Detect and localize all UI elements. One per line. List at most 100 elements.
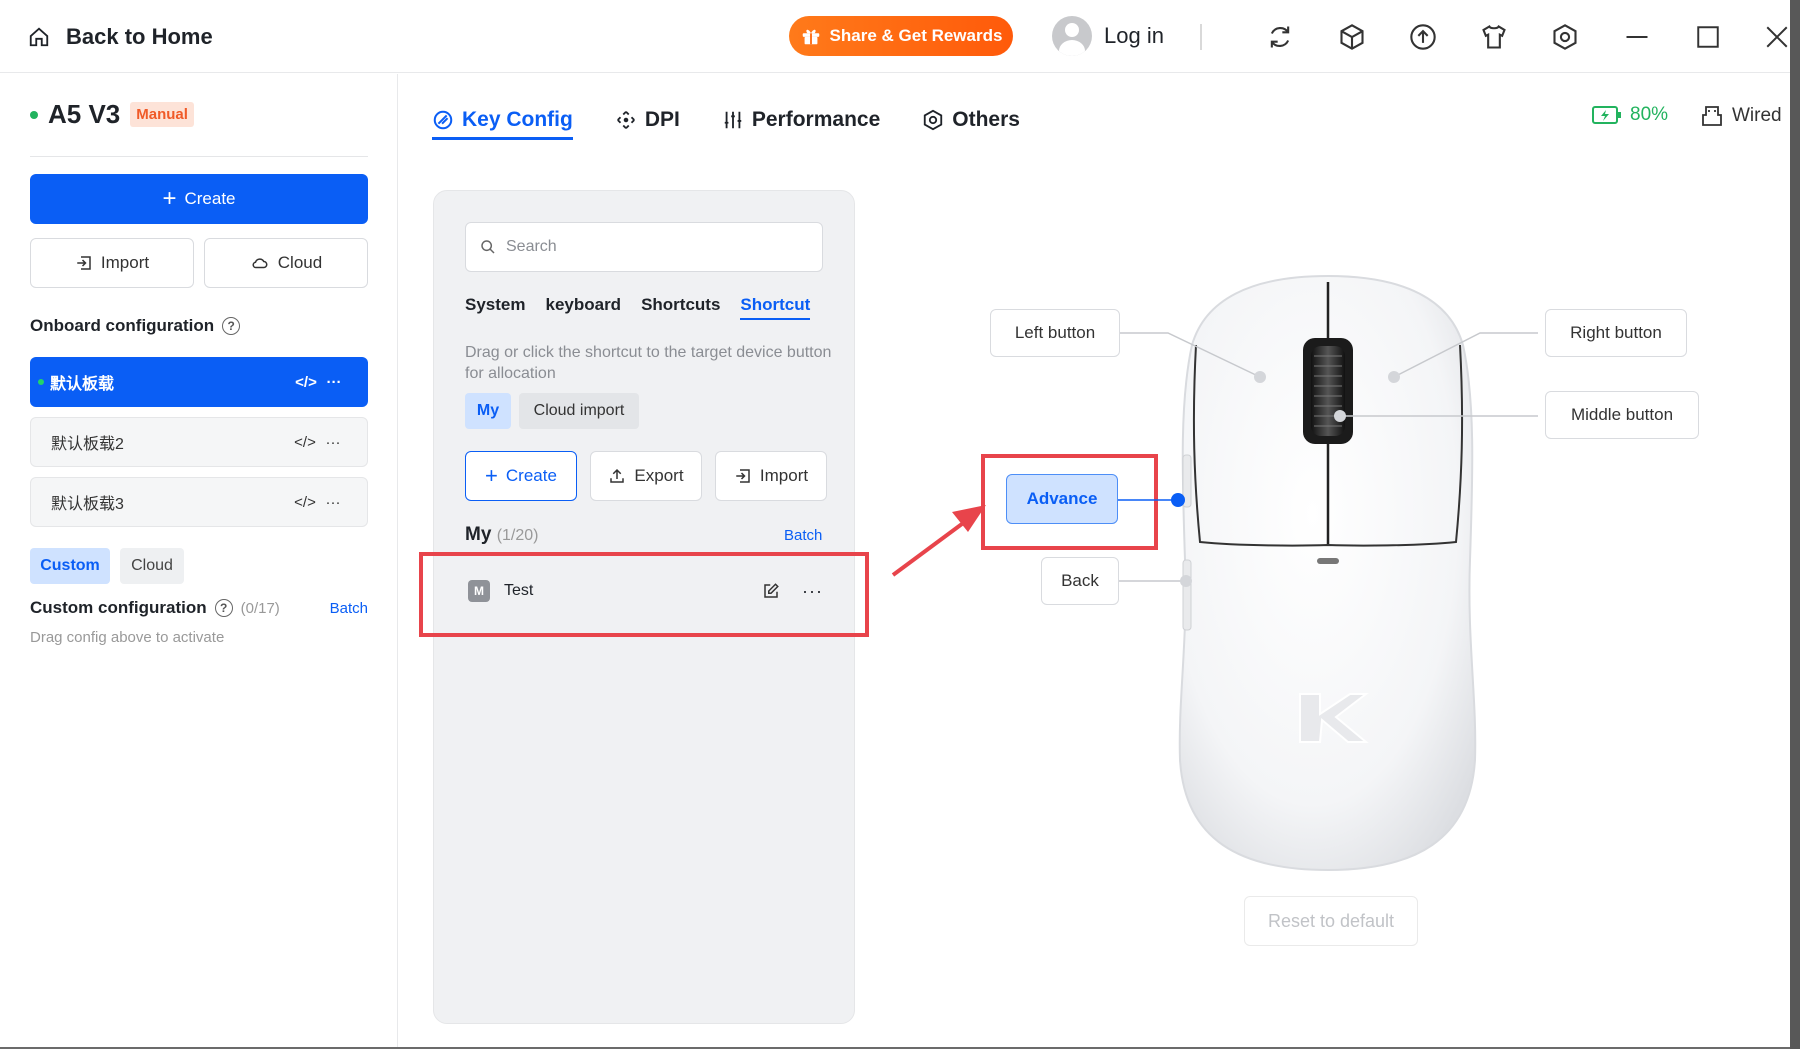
import-shortcut-button[interactable]: Import — [715, 451, 827, 501]
battery-charging-icon — [1592, 106, 1621, 124]
minimize-icon[interactable] — [1619, 19, 1655, 55]
import-config-button[interactable]: Import — [30, 238, 194, 288]
code-icon[interactable]: </> — [291, 494, 319, 511]
custom-config-hint: Drag config above to activate — [30, 629, 225, 646]
main-tabs: Key Config DPI Performance Others — [432, 103, 1020, 140]
pill-cloud-import[interactable]: Cloud import — [519, 393, 639, 429]
left-button-label: Left button — [1014, 323, 1096, 342]
create-shortcut-label: Create — [505, 466, 557, 485]
import-icon — [736, 469, 750, 483]
custom-batch-link[interactable]: Batch — [330, 600, 368, 617]
share-rewards-label: Share & Get Rewards — [829, 26, 1003, 45]
device-header: A5 V3 Manual — [30, 99, 194, 130]
middle-button-callout[interactable]: Middle button — [1545, 391, 1699, 439]
onboard-config-label: 默认板载3 — [51, 496, 124, 513]
reset-default-button[interactable]: Reset to default — [1244, 896, 1418, 946]
create-shortcut-button[interactable]: + Create — [465, 451, 577, 501]
right-button-callout[interactable]: Right button — [1545, 309, 1687, 357]
allocation-hint: Drag or click the shortcut to the target… — [465, 344, 832, 382]
cube-icon[interactable] — [1334, 19, 1370, 55]
subtab-system[interactable]: System — [465, 295, 525, 320]
cloud-icon — [252, 258, 268, 269]
plus-icon: + — [485, 463, 498, 488]
onboard-config-label: Onboard configuration — [30, 316, 215, 335]
create-config-button[interactable]: + Create — [30, 174, 368, 224]
close-icon[interactable] — [1761, 19, 1793, 55]
back-to-home-label: Back to Home — [66, 24, 213, 49]
tag-cloud-label: Cloud — [131, 557, 173, 574]
login-label: Log in — [1104, 23, 1164, 48]
my-shortcuts-title: My (1/20) — [465, 524, 538, 546]
onboard-config-label: 默认板载 — [50, 376, 115, 393]
tab-key-config[interactable]: Key Config — [432, 103, 573, 140]
code-icon[interactable]: </> — [291, 434, 319, 451]
onboard-config-item[interactable]: 默认板载 </> ··· — [30, 357, 368, 407]
reset-default-label: Reset to default — [1267, 910, 1395, 931]
key-config-icon — [433, 110, 453, 130]
search-icon — [481, 240, 495, 254]
gift-icon — [802, 29, 819, 45]
search-box[interactable] — [465, 222, 823, 272]
more-icon[interactable]: ··· — [319, 494, 347, 511]
hex-gear-icon — [924, 109, 943, 131]
advance-button-callout[interactable]: Advance — [1006, 474, 1118, 524]
custom-config-label: Custom configuration — [30, 598, 207, 617]
help-icon[interactable]: ? — [222, 317, 241, 335]
subtab-shortcut[interactable]: Shortcut — [740, 295, 811, 320]
highlight-box-shortcut — [419, 552, 869, 637]
tab-others-label: Others — [952, 108, 1020, 131]
export-shortcut-button[interactable]: Export — [590, 451, 702, 501]
wired-plug-icon — [1702, 106, 1722, 126]
tshirt-icon[interactable] — [1476, 19, 1512, 55]
back-button-callout[interactable]: Back — [1041, 557, 1119, 605]
onboard-config-item[interactable]: 默认板载3 </> ··· — [30, 477, 368, 527]
app-window: Back to Home Share & Get Rewards Log in — [0, 0, 1790, 1047]
onboard-config-title: Onboard configuration ? — [30, 316, 241, 336]
dpi-move-icon — [616, 111, 635, 129]
pill-my-label: My — [476, 402, 500, 419]
help-icon[interactable]: ? — [214, 599, 233, 617]
upload-icon[interactable] — [1405, 19, 1441, 55]
maximize-icon[interactable] — [1690, 19, 1726, 55]
back-to-home-button[interactable]: Back to Home — [28, 20, 213, 54]
code-icon[interactable]: </> — [292, 374, 320, 391]
my-batch-link[interactable]: Batch — [784, 527, 822, 544]
refresh-icon[interactable] — [1262, 19, 1298, 55]
more-icon[interactable]: ··· — [320, 374, 348, 391]
cloud-config-button[interactable]: Cloud — [204, 238, 368, 288]
titlebar-separator — [1200, 24, 1202, 50]
sidebar-divider — [30, 156, 368, 157]
tag-cloud[interactable]: Cloud — [120, 548, 184, 584]
settings-hex-icon[interactable] — [1547, 19, 1583, 55]
battery-status: 80% — [1592, 104, 1668, 126]
pill-my[interactable]: My — [465, 393, 511, 429]
plus-icon: + — [162, 185, 177, 212]
export-icon — [610, 468, 625, 483]
battery-percent: 80% — [1630, 104, 1669, 125]
home-icon — [29, 27, 49, 47]
advance-button-label: Advance — [1026, 489, 1098, 508]
left-button-callout[interactable]: Left button — [990, 309, 1120, 357]
login-button[interactable]: Log in — [1052, 15, 1164, 57]
tag-custom[interactable]: Custom — [30, 548, 110, 584]
tab-dpi[interactable]: DPI — [615, 103, 680, 137]
export-shortcut-label: Export — [634, 466, 684, 485]
back-button-label: Back — [1061, 571, 1099, 590]
import-icon — [77, 256, 91, 270]
tab-performance[interactable]: Performance — [722, 103, 880, 137]
connected-dot — [30, 110, 38, 119]
tab-key-config-label: Key Config — [462, 108, 573, 131]
search-input[interactable] — [506, 238, 806, 256]
connection-label: Wired — [1732, 105, 1782, 126]
share-rewards-button[interactable]: Share & Get Rewards — [789, 16, 1013, 56]
onboard-config-item[interactable]: 默认板载2 </> ··· — [30, 417, 368, 467]
tab-dpi-label: DPI — [644, 108, 680, 131]
middle-button-label: Middle button — [1570, 405, 1674, 424]
connection-status: Wired — [1700, 104, 1782, 128]
subtab-shortcuts[interactable]: Shortcuts — [641, 295, 720, 320]
right-button-label: Right button — [1570, 323, 1662, 342]
more-icon[interactable]: ··· — [319, 434, 347, 451]
mode-badge: Manual — [130, 102, 194, 127]
subtab-keyboard[interactable]: keyboard — [545, 295, 621, 320]
tab-others[interactable]: Others — [922, 103, 1020, 137]
